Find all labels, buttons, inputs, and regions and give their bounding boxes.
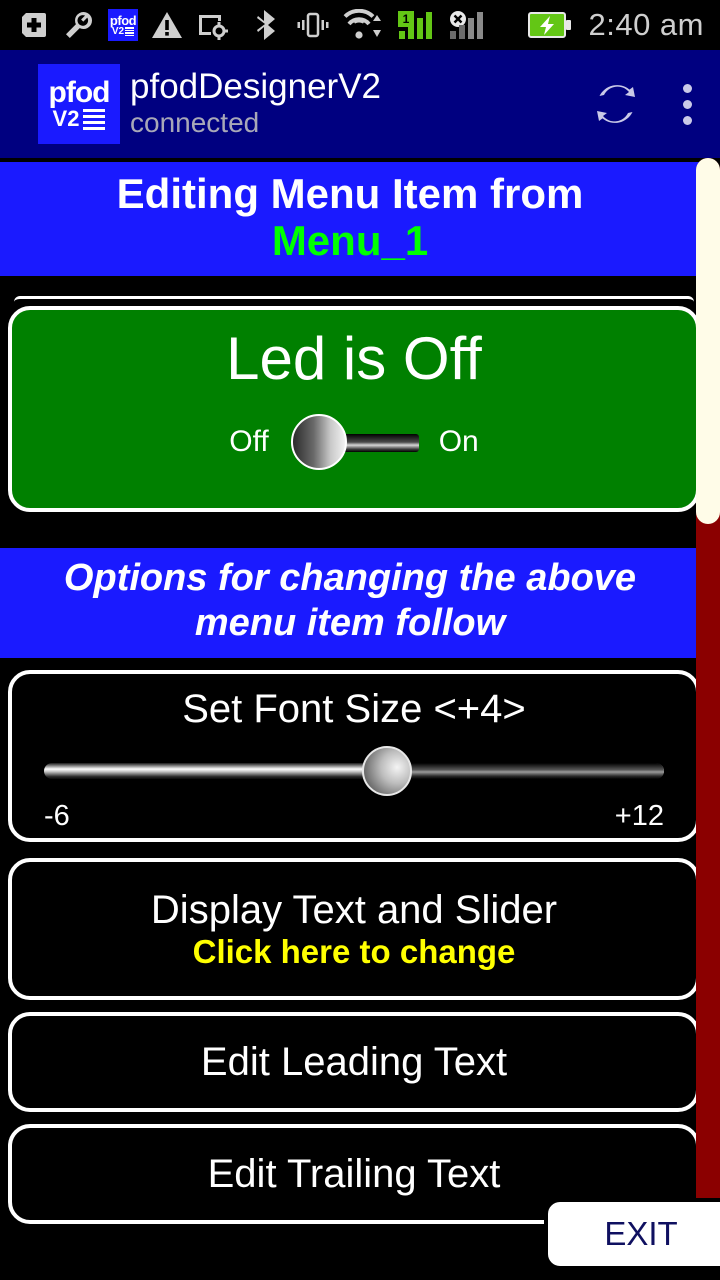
exit-button-label: EXIT <box>604 1215 678 1252</box>
edit-leading-text-button[interactable]: Edit Leading Text <box>8 1012 700 1112</box>
preview-toggle-row: Off On <box>12 414 696 470</box>
scroll-content[interactable]: Editing Menu Item from Menu_1 Led is Off… <box>0 158 720 1280</box>
display-text-and-slider-button[interactable]: Display Text and Slider Click here to ch… <box>8 858 700 1000</box>
menu-item-preview[interactable]: Led is Off Off On <box>8 296 700 512</box>
edit-trailing-text-title: Edit Trailing Text <box>207 1152 501 1196</box>
bluetooth-icon <box>257 10 275 40</box>
app-logo-lines-icon <box>83 108 106 130</box>
app-bar-titles: pfodDesignerV2 connected <box>130 67 381 139</box>
wifi-icon <box>343 9 381 39</box>
add-shape-icon <box>22 13 46 37</box>
refresh-icon[interactable] <box>589 77 643 131</box>
font-size-range-labels: -6 +12 <box>44 800 664 833</box>
app-screen: pfod V2 1 2:40 am pfod V2 pfodDesignerV2… <box>0 0 720 1280</box>
warning-triangle-icon <box>152 12 182 38</box>
status-bar-right: 2:40 am <box>528 7 720 43</box>
toggle-off-label: Off <box>229 425 269 458</box>
font-size-min-label: -6 <box>44 799 70 832</box>
signal-no-service-icon <box>449 9 487 41</box>
toggle-on-label: On <box>438 425 479 458</box>
vibrate-icon <box>297 12 329 38</box>
display-text-subtitle: Click here to change <box>192 933 516 971</box>
font-size-slider[interactable] <box>44 745 664 796</box>
options-banner-line1: Options for changing the above <box>63 557 637 599</box>
display-text-title: Display Text and Slider <box>150 888 558 933</box>
preview-toggle-switch[interactable] <box>287 414 421 470</box>
options-banner-line2: menu item follow <box>194 601 506 644</box>
editing-header-line1: Editing Menu Item from <box>116 170 584 217</box>
status-bar: pfod V2 1 2:40 am <box>0 0 720 50</box>
preview-title: Led is Off <box>226 325 482 392</box>
options-banner: Options for changing the above menu item… <box>0 548 700 658</box>
app-logo-icon[interactable]: pfod V2 <box>38 64 120 144</box>
app-bar: pfod V2 pfodDesignerV2 connected <box>0 50 720 158</box>
screen-settings-icon <box>199 15 228 40</box>
status-bar-left-icons: pfod V2 1 <box>0 8 487 42</box>
app-title: pfodDesignerV2 <box>130 67 381 107</box>
battery-charging-icon <box>528 12 572 38</box>
scrollbar-thumb[interactable] <box>696 158 720 524</box>
font-size-slider-thumb[interactable] <box>362 745 412 796</box>
signal-bars-sim1-icon: 1 <box>398 9 436 41</box>
editing-header-menu-name: Menu_1 <box>271 217 429 265</box>
pfod-badge-line2: V2 <box>112 26 135 37</box>
app-bar-actions <box>589 76 702 133</box>
wrench-icon <box>66 11 93 38</box>
status-bar-clock: 2:40 am <box>588 7 704 42</box>
set-font-size-button[interactable]: Set Font Size <+4> -6 +12 <box>8 670 700 842</box>
font-size-slider-track-right <box>389 762 664 779</box>
pfod-badge-line1: pfod <box>109 12 137 28</box>
app-logo-line2: V2 <box>53 108 106 130</box>
exit-button[interactable]: EXIT <box>544 1198 720 1270</box>
font-size-title: Set Font Size <+4> <box>182 686 526 731</box>
toggle-thumb[interactable] <box>290 414 347 470</box>
font-size-max-label: +12 <box>614 799 664 832</box>
edit-leading-text-title: Edit Leading Text <box>200 1040 508 1084</box>
connection-status: connected <box>130 106 260 138</box>
editing-header-banner: Editing Menu Item from Menu_1 <box>0 162 700 277</box>
pfod-badge-lines-icon <box>125 27 135 36</box>
pfod-v2-icon: pfod V2 <box>108 9 138 41</box>
overflow-menu-icon[interactable] <box>673 76 702 133</box>
app-logo-line1: pfod <box>48 76 111 109</box>
